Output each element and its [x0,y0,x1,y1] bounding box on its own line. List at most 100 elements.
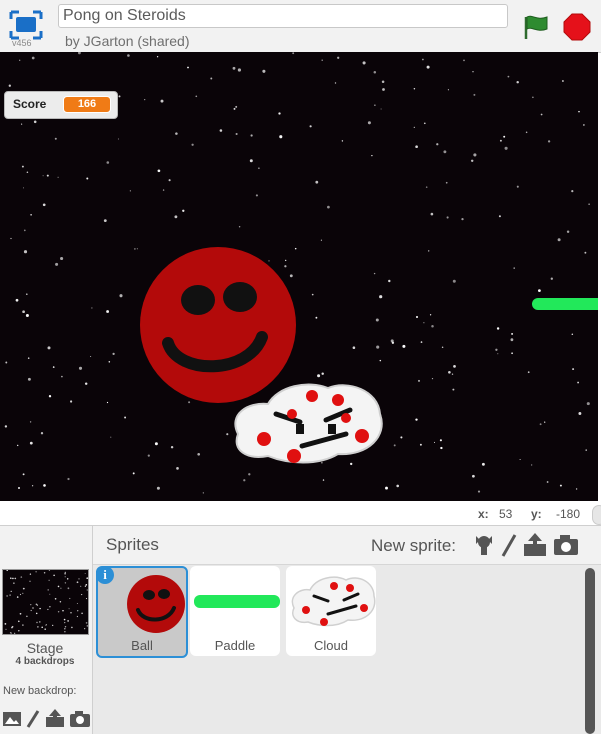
cloud-thumbnail-icon [291,576,376,627]
star [16,444,19,447]
star [76,615,79,618]
stage-selector[interactable]: Stage 4 backdrops New backdrop: [0,526,93,734]
star [420,341,423,343]
star [19,59,21,61]
star [110,436,112,438]
camera-icon[interactable] [554,535,578,555]
star [415,418,418,421]
sprites-header: Sprites New sprite: [93,526,601,565]
star [54,137,57,140]
star [382,88,385,91]
paint-icon[interactable] [501,534,517,557]
star [48,569,51,571]
star [584,251,587,254]
star [422,58,424,61]
star [413,87,416,90]
star [43,484,46,487]
upload-icon[interactable] [524,533,546,556]
star [30,214,32,216]
star [85,598,88,600]
star [237,68,241,72]
star [532,96,534,99]
star [25,293,28,296]
project-title-input[interactable]: Pong on Steroids [58,4,508,28]
star [118,95,121,98]
star [4,425,8,428]
camera-icon[interactable] [70,711,90,727]
paddle-sprite[interactable] [531,297,598,311]
starfield-thumbnail [4,569,89,634]
star [5,628,7,631]
backdrop-library-icon[interactable] [3,712,21,726]
star [9,594,11,596]
star [31,485,34,487]
star [26,171,29,174]
star [440,446,443,450]
star [415,145,418,149]
star [80,585,82,587]
sprite-info-button[interactable]: i [96,566,114,584]
star [18,620,20,623]
star [473,153,477,157]
star [25,313,29,318]
star [23,229,26,232]
star [60,256,64,261]
star [578,412,582,415]
star [84,382,88,385]
cloud-sprite[interactable] [228,374,386,466]
score-monitor[interactable]: Score 166 [4,91,118,119]
star [477,490,481,493]
star [67,477,70,481]
star [39,621,41,623]
stage[interactable]: Score 166 [0,52,598,501]
star [85,622,88,624]
star [22,587,25,590]
star [510,338,514,342]
star [441,346,444,349]
star [26,615,28,618]
star [426,65,430,69]
sprite-tile-cloud[interactable]: Cloud [286,566,376,656]
star [160,99,164,103]
star [385,486,388,490]
new-backdrop-tools [2,709,94,734]
star [22,592,24,595]
sprite-tile-paddle[interactable]: Paddle [190,566,280,656]
star [249,159,253,163]
stage-label: Stage [26,640,64,656]
star [516,185,519,188]
sprite-pane-scrollbar[interactable] [585,568,595,734]
sprites-title: Sprites [106,535,159,554]
stage-thumbnail[interactable] [2,569,89,635]
layout-toggle[interactable] [592,505,601,525]
star [248,473,251,476]
star [45,624,47,626]
star [41,626,43,629]
upload-icon[interactable] [46,709,64,727]
sprite-library-icon[interactable] [476,536,492,555]
star [71,626,73,629]
star [124,416,127,419]
star [586,402,590,406]
star [516,80,519,84]
star [315,180,319,184]
star [106,401,109,404]
green-flag-button[interactable] [522,13,550,41]
star [84,585,87,587]
star [22,473,25,476]
star [413,126,415,129]
star [452,279,456,283]
star [129,190,131,192]
stop-button[interactable] [563,13,591,41]
star [64,621,66,624]
mouse-x-value: 53 [499,507,513,521]
star [91,307,93,309]
star [132,472,135,475]
star [380,108,382,110]
star [81,594,83,596]
star [235,105,238,108]
star [86,577,89,580]
paint-icon[interactable] [26,710,40,728]
star [70,612,72,614]
star [16,596,19,598]
